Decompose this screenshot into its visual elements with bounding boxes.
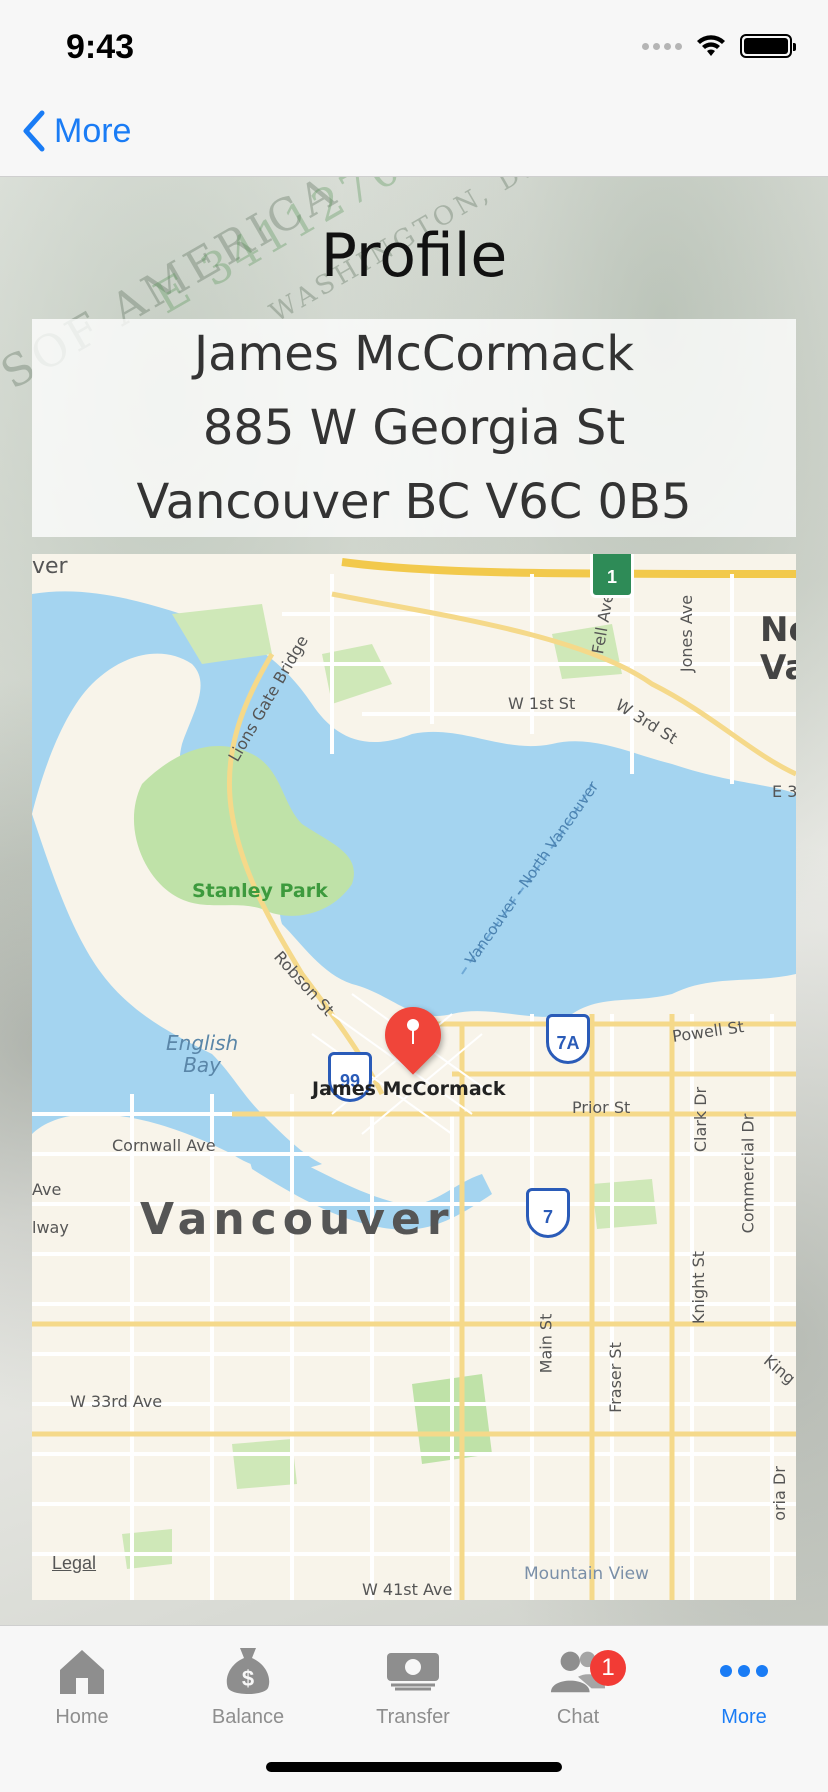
map-label-clark-dr: Clark Dr [691, 1086, 711, 1153]
tab-balance[interactable]: $ Balance [188, 1644, 308, 1729]
status-icons [642, 34, 796, 58]
map-label-main-st: Main St [536, 1313, 556, 1374]
tab-home-label: Home [55, 1706, 109, 1728]
banknote-icon [384, 1644, 442, 1698]
status-time: 9:43 [66, 28, 135, 66]
map-label-ver: ver [32, 554, 68, 579]
svg-text:$: $ [242, 1666, 254, 1691]
tab-chat[interactable]: 1 Chat [518, 1644, 638, 1729]
address-line-2: Vancouver BC V6C 0B5 [136, 474, 692, 530]
page-title: Profile [320, 221, 508, 291]
map-label-english-bay: English Bay [166, 1031, 239, 1077]
map-label-victoria-dr: oria Dr [769, 1466, 789, 1521]
tab-more[interactable]: More [684, 1644, 804, 1729]
home-indicator[interactable] [266, 1762, 562, 1772]
map-label-w33rd-ave: W 33rd Ave [70, 1392, 163, 1411]
highway-7-shield: 7 [526, 1188, 570, 1238]
location-pin-label: James McCormack [312, 1078, 506, 1100]
navigation-bar: More [0, 100, 828, 177]
legal-link[interactable]: Legal [52, 1553, 96, 1574]
back-button-label: More [54, 111, 132, 150]
map-label-w1st-st: W 1st St [508, 694, 576, 713]
map-label-prior-st: Prior St [572, 1098, 631, 1117]
map-label-fraser-st: Fraser St [605, 1342, 625, 1413]
map-label-lway: lway [32, 1218, 69, 1237]
chevron-left-icon [23, 110, 45, 152]
battery-icon [740, 34, 796, 58]
back-button[interactable]: More [22, 110, 131, 152]
tab-balance-label: Balance [211, 1706, 285, 1728]
location-pin-dot [407, 1019, 419, 1031]
map-label-cornwall-ave: Cornwall Ave [112, 1136, 216, 1155]
map-view[interactable]: Stanley Park English Bay Vancouver Lions… [32, 554, 796, 1600]
highway-7a-shield: 7A [546, 1014, 590, 1064]
map-label-w41st-ave: W 41st Ave [362, 1580, 453, 1599]
tab-more-label: More [721, 1706, 767, 1728]
map-label-ave: Ave [32, 1180, 62, 1199]
wifi-icon [697, 35, 725, 56]
map-label-stanley-park: Stanley Park [192, 880, 328, 902]
tab-home[interactable]: Home [22, 1644, 142, 1729]
status-bar: 9:43 [0, 0, 828, 100]
profile-name: James McCormack [193, 326, 635, 382]
map-label-mountain-view: Mountain View [524, 1564, 649, 1584]
highway-1-shield: 1 [590, 554, 634, 598]
ellipsis-icon [715, 1644, 773, 1698]
cellular-signal-icon [642, 42, 682, 50]
chat-badge: 1 [590, 1650, 626, 1686]
profile-content: SOF AMERICA E 3411270 WASHINGTON, D.C. P… [0, 177, 828, 1625]
tab-chat-label: Chat [556, 1706, 600, 1728]
tab-transfer-label: Transfer [376, 1706, 450, 1728]
map-graphic [32, 554, 796, 1600]
tab-transfer[interactable]: Transfer [353, 1644, 473, 1729]
address-card: James McCormack 885 W Georgia St Vancouv… [32, 319, 796, 537]
map-label-e3: E 3 [772, 782, 796, 801]
map-label-jones-ave: Jones Ave [677, 594, 697, 673]
home-icon [53, 1644, 111, 1698]
address-line-1: 885 W Georgia St [202, 400, 626, 456]
money-bag-icon: $ [219, 1644, 277, 1698]
map-label-vancouver: Vancouver [140, 1194, 455, 1245]
map-label-knight-st: Knight St [689, 1250, 709, 1325]
map-label-north-van-1: No [760, 610, 796, 650]
map-label-commercial-dr: Commercial Dr [738, 1113, 758, 1234]
map-label-north-van-2: Va [760, 648, 796, 688]
